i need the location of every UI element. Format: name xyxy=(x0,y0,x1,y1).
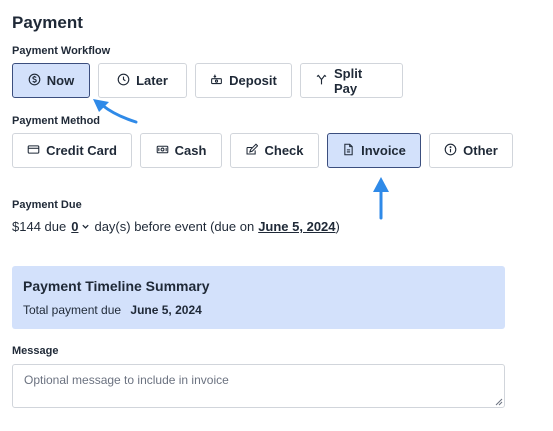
cash-icon xyxy=(156,143,169,159)
resize-grip-icon[interactable] xyxy=(495,398,503,406)
workflow-split-pay-label: Split Pay xyxy=(334,65,363,96)
method-other-button[interactable]: Other xyxy=(429,133,513,168)
summary-title: Payment Timeline Summary xyxy=(23,278,210,294)
method-invoice-button[interactable]: Invoice xyxy=(327,133,421,168)
arrow-pointing-invoice-icon xyxy=(373,177,389,220)
arrow-pointing-now-icon xyxy=(93,99,138,124)
payment-timeline-summary: Payment Timeline Summary Total payment d… xyxy=(12,266,505,329)
payment-due-label: Payment Due xyxy=(12,199,82,211)
message-label: Message xyxy=(12,345,59,357)
workflow-later-button[interactable]: Later xyxy=(98,63,187,98)
method-check-label: Check xyxy=(264,143,304,158)
summary-total-line: Total payment due June 5, 2024 xyxy=(23,303,494,317)
due-amount-text: $144 due xyxy=(12,219,67,234)
days-value: 0 xyxy=(71,219,79,234)
method-credit-card-label: Credit Card xyxy=(46,143,117,158)
method-invoice-label: Invoice xyxy=(361,143,406,158)
page-title: Payment xyxy=(12,13,83,32)
deposit-icon xyxy=(210,73,223,89)
clock-icon xyxy=(117,73,130,89)
workflow-now-button[interactable]: Now xyxy=(12,63,90,98)
payment-due-line: $144 due 0 day(s) before event (due on J… xyxy=(12,219,340,234)
method-credit-card-button[interactable]: Credit Card xyxy=(12,133,132,168)
method-check-button[interactable]: Check xyxy=(230,133,319,168)
due-date: June 5, 2024 xyxy=(258,219,336,234)
workflow-label: Payment Workflow xyxy=(12,45,111,57)
check-icon xyxy=(245,142,259,159)
method-options: Credit Card Cash Check Invoice Other xyxy=(12,133,513,168)
workflow-options: Now Later Deposit Split Pay xyxy=(12,63,403,98)
workflow-later-label: Later xyxy=(136,73,168,88)
message-textarea[interactable] xyxy=(12,364,505,408)
workflow-deposit-label: Deposit xyxy=(229,73,277,88)
method-label: Payment Method xyxy=(12,115,101,127)
workflow-now-label: Now xyxy=(46,73,75,88)
method-other-label: Other xyxy=(463,143,498,158)
invoice-icon xyxy=(342,143,355,159)
summary-total-label: Total payment due xyxy=(23,303,122,317)
workflow-deposit-button[interactable]: Deposit xyxy=(195,63,292,98)
chevron-down-icon xyxy=(81,219,90,234)
info-icon xyxy=(444,143,457,159)
dollar-circle-icon xyxy=(28,73,41,89)
method-cash-label: Cash xyxy=(174,143,207,158)
split-icon xyxy=(315,73,328,89)
summary-total-date: June 5, 2024 xyxy=(130,303,202,317)
credit-card-icon xyxy=(27,143,40,159)
due-close-paren: ) xyxy=(335,219,340,234)
days-before-select[interactable]: 0 xyxy=(71,219,90,234)
due-middle-text: day(s) before event (due on xyxy=(94,219,255,234)
workflow-split-pay-button[interactable]: Split Pay xyxy=(300,63,403,98)
method-cash-button[interactable]: Cash xyxy=(140,133,222,168)
